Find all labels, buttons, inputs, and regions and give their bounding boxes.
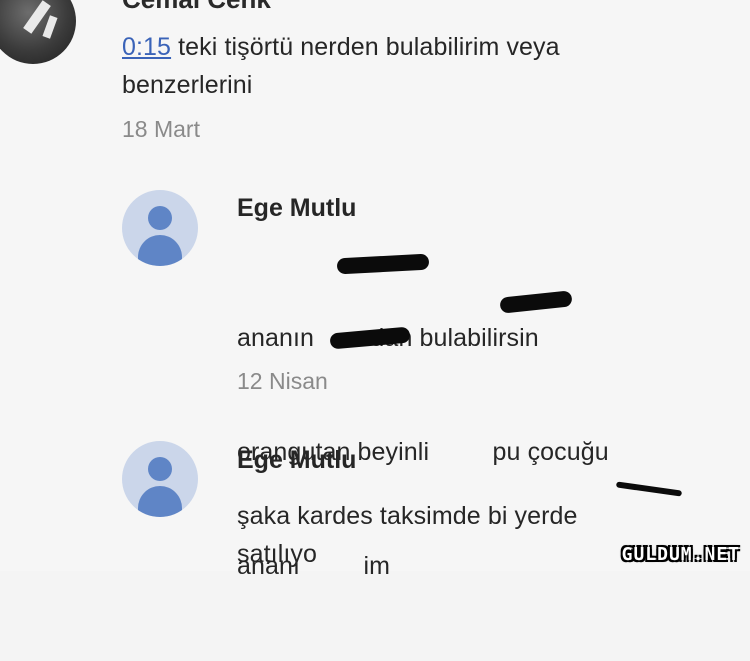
comment-text-line1: teki tişörtü nerden bulabilirim veya	[171, 33, 560, 61]
reply-author-name[interactable]: Ege Mutlu	[237, 194, 356, 223]
commenter-name[interactable]: Cemal Cenk	[122, 0, 271, 15]
reply-text-line: ananın dan bulabilirsin	[237, 324, 539, 352]
reply-date: 12 Nisan	[237, 368, 328, 394]
site-watermark: GULDUM.NET	[621, 544, 740, 565]
reply-avatar-icon[interactable]	[122, 190, 198, 266]
comment-text-line2: benzerlerini	[122, 71, 253, 99]
comment-thread: Cemal Cenk 0:15 teki tişörtü nerden bula…	[0, 0, 750, 580]
reply-avatar-icon[interactable]	[122, 441, 198, 517]
reply-author-name[interactable]: Ege Mutlu	[237, 446, 356, 475]
video-timestamp-link[interactable]: 0:15	[122, 33, 171, 61]
reply-text-line: şaka kardes taksimde bi yerde	[237, 502, 578, 530]
commenter-avatar[interactable]	[0, 0, 76, 64]
comment-date: 18 Mart	[122, 116, 200, 142]
comment-body: 0:15 teki tişörtü nerden bulabilirim vey…	[122, 28, 722, 104]
